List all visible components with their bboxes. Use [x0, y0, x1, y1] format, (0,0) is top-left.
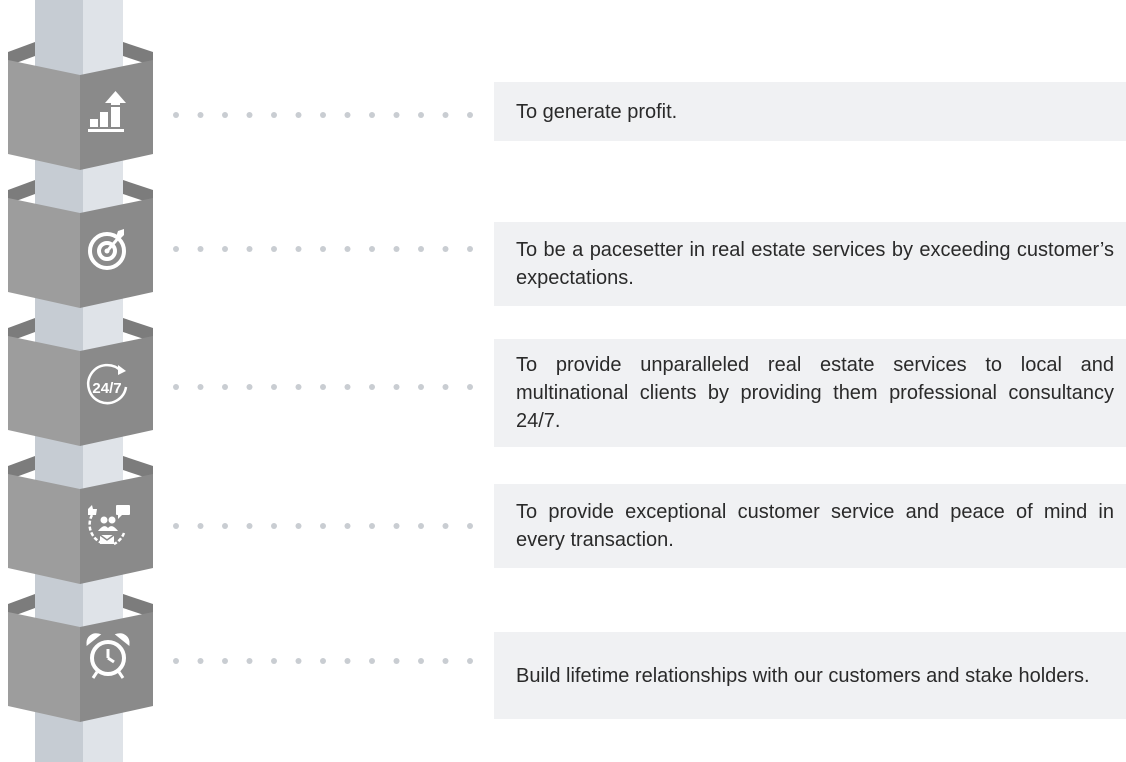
- connector-dot: [442, 246, 449, 252]
- connector-dot: [393, 658, 400, 664]
- connector-dot: [344, 112, 351, 118]
- connector-dot: [246, 384, 253, 390]
- connector-dot: [467, 246, 473, 252]
- connector-dot: [197, 112, 204, 118]
- connector-dot: [197, 523, 204, 529]
- connector-dot: [418, 658, 424, 664]
- connector-dot: [467, 384, 473, 390]
- connector-dot: [320, 384, 326, 390]
- item-text: To generate profit.: [516, 100, 678, 123]
- connector-dot: [393, 112, 400, 118]
- dotted-connector: [173, 246, 473, 252]
- item-text: To provide exceptional customer service …: [516, 501, 1114, 551]
- connector-dot: [271, 112, 277, 118]
- 24-7-icon: 24/7: [86, 363, 128, 405]
- connector-dot: [173, 523, 179, 529]
- connector-dot: [393, 246, 400, 252]
- customer-service-icon: [88, 505, 130, 546]
- connector-dot: [246, 523, 253, 529]
- connector-dot: [467, 112, 473, 118]
- item-text: Build lifetime relationships with our cu…: [516, 664, 1090, 687]
- connector-dot: [295, 658, 302, 664]
- connector-dot: [320, 523, 326, 529]
- bar-chart-up-icon: [88, 91, 126, 132]
- connector-dot: [222, 523, 228, 529]
- connector-dot: [369, 112, 375, 118]
- connector-dot: [344, 246, 351, 252]
- connector-dot: [467, 658, 473, 664]
- connector-dot: [222, 112, 228, 118]
- item-text-box: Build lifetime relationships with our cu…: [494, 632, 1126, 719]
- dotted-connector: [173, 384, 473, 390]
- connector-dot: [369, 523, 375, 529]
- item-text-box: To generate profit.: [494, 82, 1126, 141]
- 24-7-label: 24/7: [92, 380, 121, 397]
- connector-dot: [271, 523, 277, 529]
- connector-dot: [222, 384, 228, 390]
- alarm-clock-icon: [86, 633, 130, 679]
- connector-dot: [344, 523, 351, 529]
- connector-dot: [295, 246, 302, 252]
- connector-dot: [173, 246, 179, 252]
- connector-dot: [295, 523, 302, 529]
- connector-dot: [173, 658, 179, 664]
- item-text-box: To be a pacesetter in real estate servic…: [494, 222, 1126, 306]
- connector-dot: [418, 384, 424, 390]
- dotted-connector: [173, 523, 473, 529]
- connector-dot: [442, 658, 449, 664]
- connector-dot: [222, 658, 228, 664]
- connector-dot: [173, 112, 179, 118]
- connector-dot: [173, 384, 179, 390]
- connector-dot: [344, 658, 351, 664]
- connector-dot: [246, 112, 253, 118]
- connector-dot: [197, 246, 204, 252]
- item-text: To provide unparalleled real estate serv…: [516, 354, 1114, 432]
- connector-dot: [369, 658, 375, 664]
- connector-dot: [344, 384, 351, 390]
- connector-dot: [222, 246, 228, 252]
- target-icon: [88, 229, 126, 270]
- connector-dot: [271, 384, 277, 390]
- connector-dot: [442, 523, 449, 529]
- connector-dot: [246, 658, 253, 664]
- connector-dot: [320, 112, 326, 118]
- dotted-connector: [173, 112, 473, 118]
- item-text-box: To provide unparalleled real estate serv…: [494, 339, 1126, 447]
- connector-dot: [320, 246, 326, 252]
- connector-dot: [369, 246, 375, 252]
- connector-dot: [197, 658, 204, 664]
- connector-dot: [442, 112, 449, 118]
- item-text: To be a pacesetter in real estate servic…: [516, 239, 1114, 289]
- connector-dot: [197, 384, 204, 390]
- connector-dot: [369, 384, 375, 390]
- connector-dot: [393, 384, 400, 390]
- connector-dot: [418, 246, 424, 252]
- connector-dot: [271, 658, 277, 664]
- connector-dot: [442, 384, 449, 390]
- connector-dot: [295, 384, 302, 390]
- connector-dot: [246, 246, 253, 252]
- item-text-box: To provide exceptional customer service …: [494, 484, 1126, 568]
- connector-dot: [271, 246, 277, 252]
- connector-dot: [467, 523, 473, 529]
- connector-dot: [320, 658, 326, 664]
- connector-dot: [393, 523, 400, 529]
- connector-dot: [295, 112, 302, 118]
- dotted-connector: [173, 658, 473, 664]
- connector-dot: [418, 523, 424, 529]
- connector-dot: [418, 112, 424, 118]
